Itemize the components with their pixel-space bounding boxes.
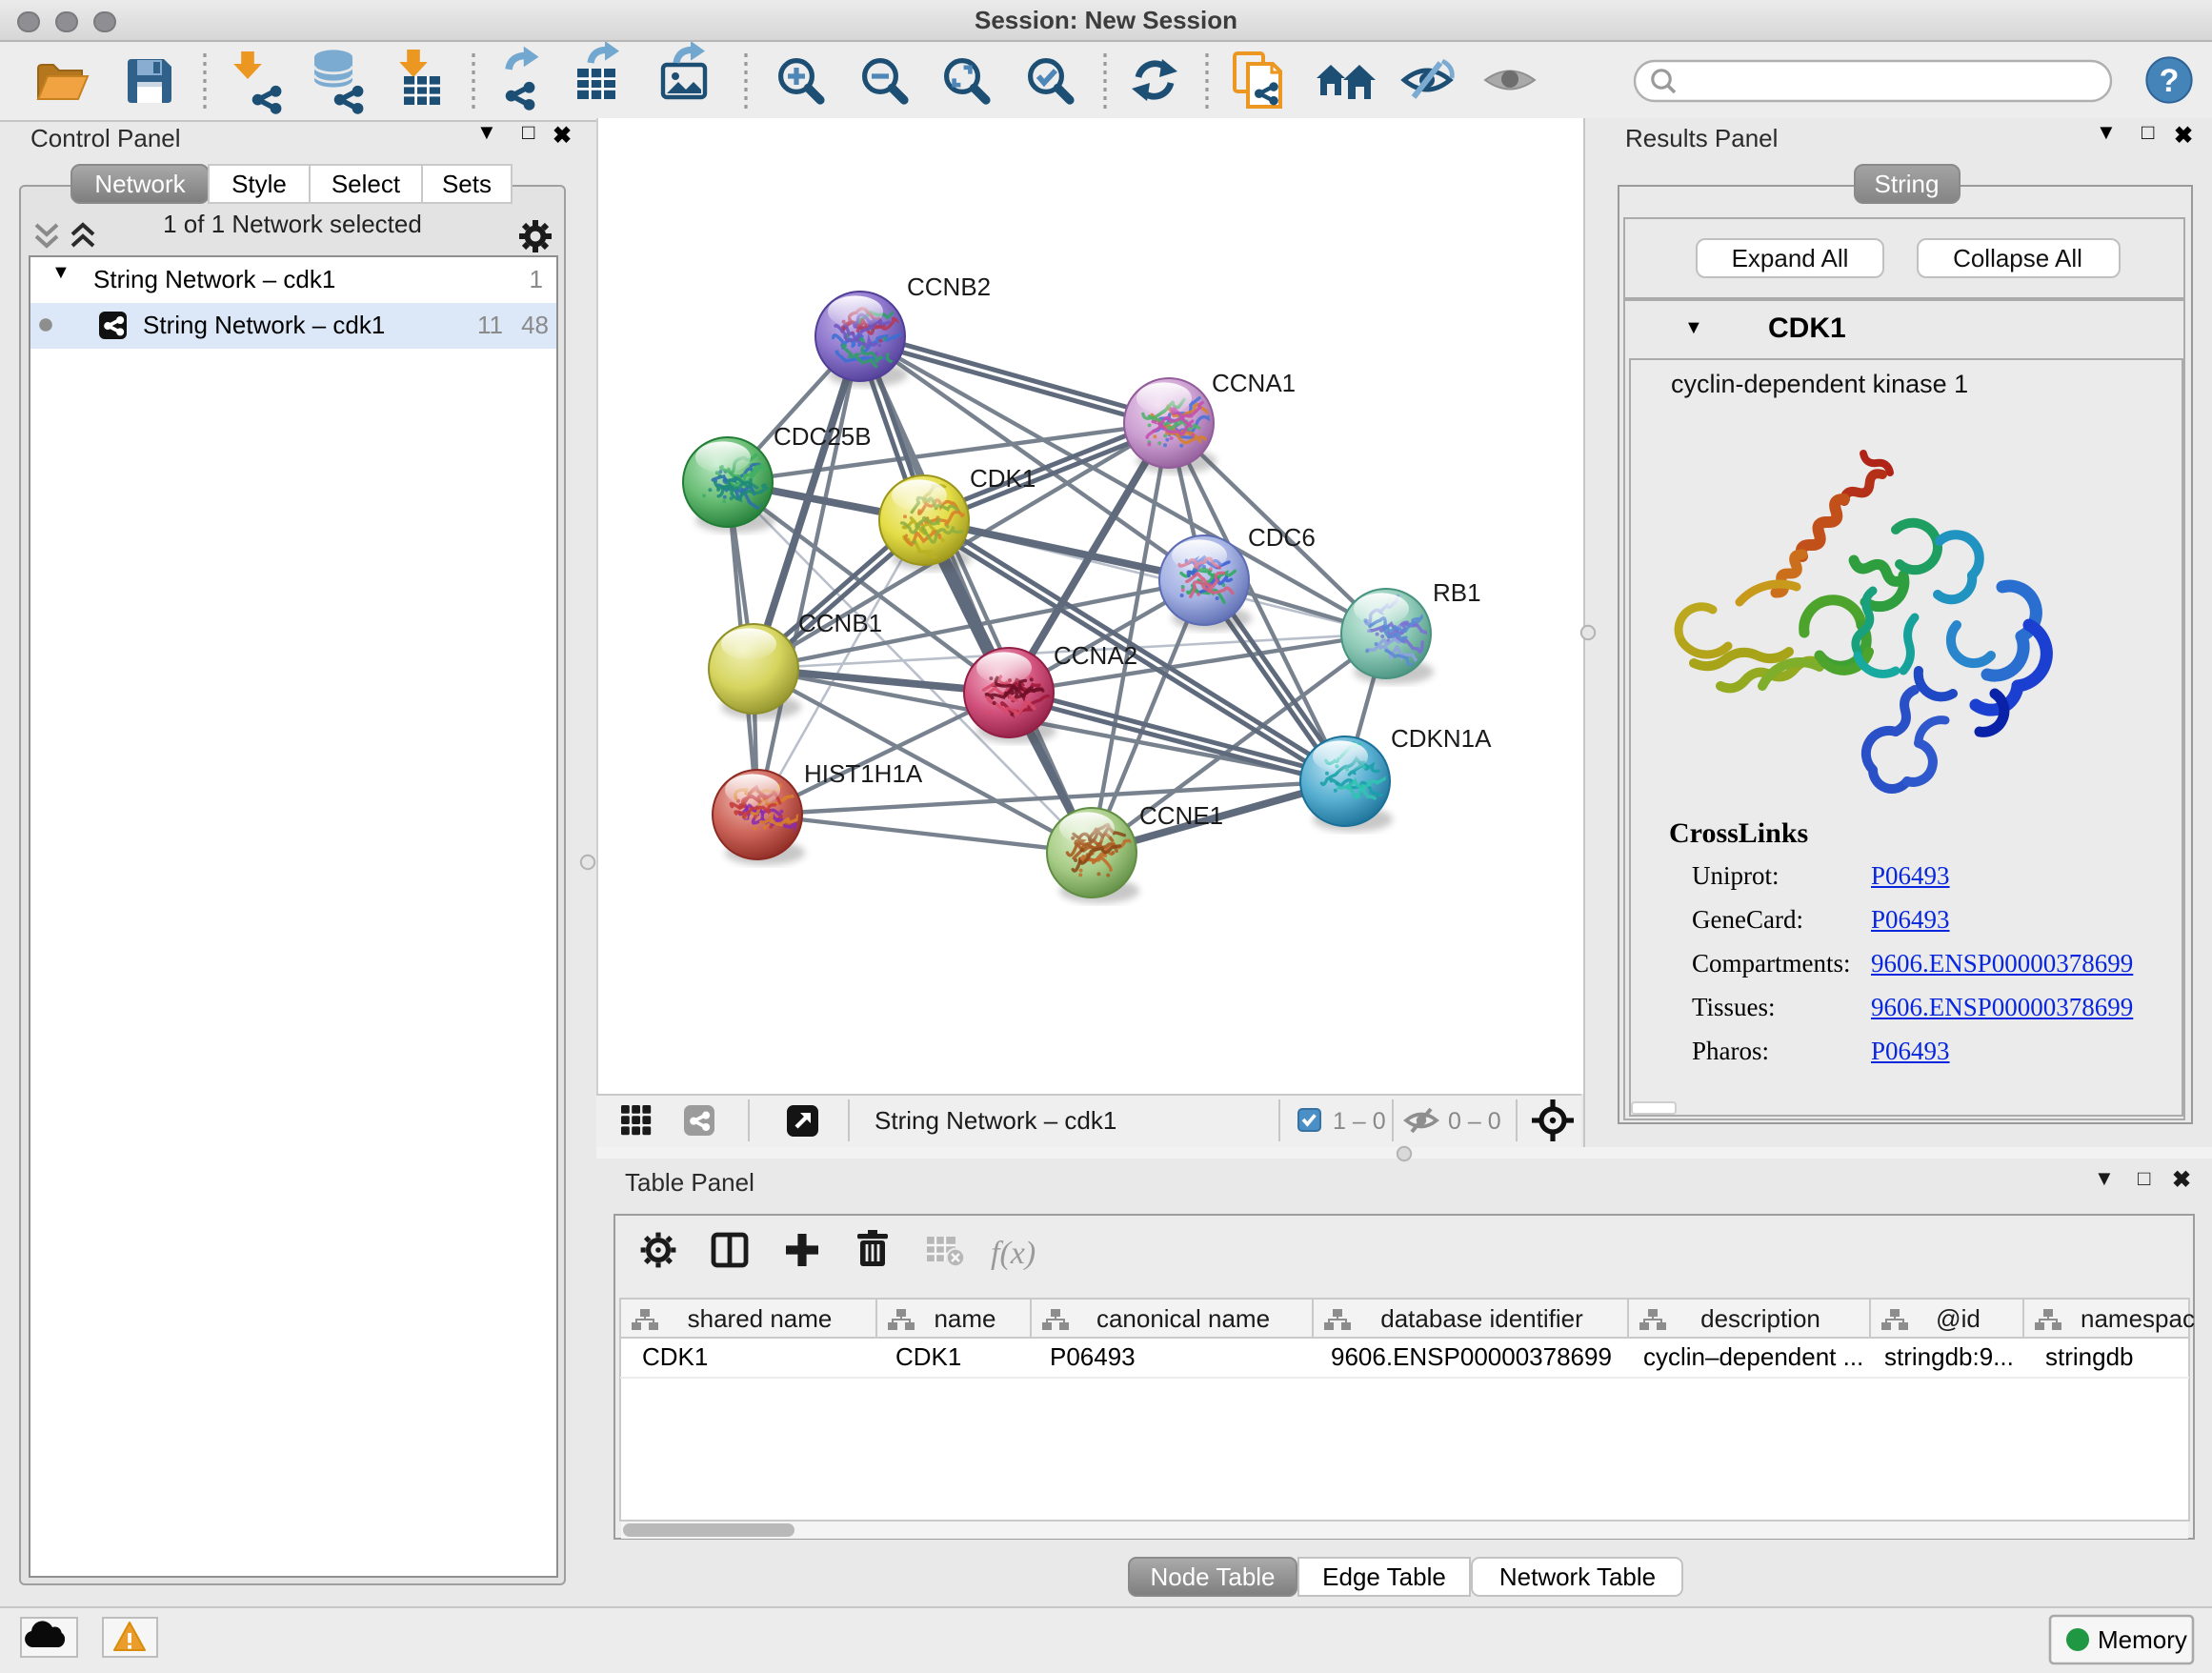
svg-text:CDKN1A: CDKN1A — [1391, 724, 1492, 753]
svg-text:?: ? — [2160, 63, 2180, 99]
svg-text:CCNA2: CCNA2 — [1054, 641, 1137, 670]
svg-text:RB1: RB1 — [1433, 578, 1481, 607]
svg-text:CCNA1: CCNA1 — [1212, 369, 1296, 397]
svg-text:CDK1: CDK1 — [970, 464, 1036, 493]
svg-text:0 – 0: 0 – 0 — [1448, 1108, 1501, 1135]
svg-text:CCNB2: CCNB2 — [907, 272, 991, 301]
svg-text:1 – 0: 1 – 0 — [1333, 1108, 1386, 1135]
svg-text:String Network – cdk1: String Network – cdk1 — [875, 1106, 1116, 1135]
svg-text:CDC25B: CDC25B — [774, 422, 872, 451]
svg-text:CCNB1: CCNB1 — [798, 609, 882, 637]
svg-text:CCNE1: CCNE1 — [1139, 801, 1223, 830]
svg-text:HIST1H1A: HIST1H1A — [804, 759, 923, 788]
svg-text:CDC6: CDC6 — [1248, 523, 1316, 552]
